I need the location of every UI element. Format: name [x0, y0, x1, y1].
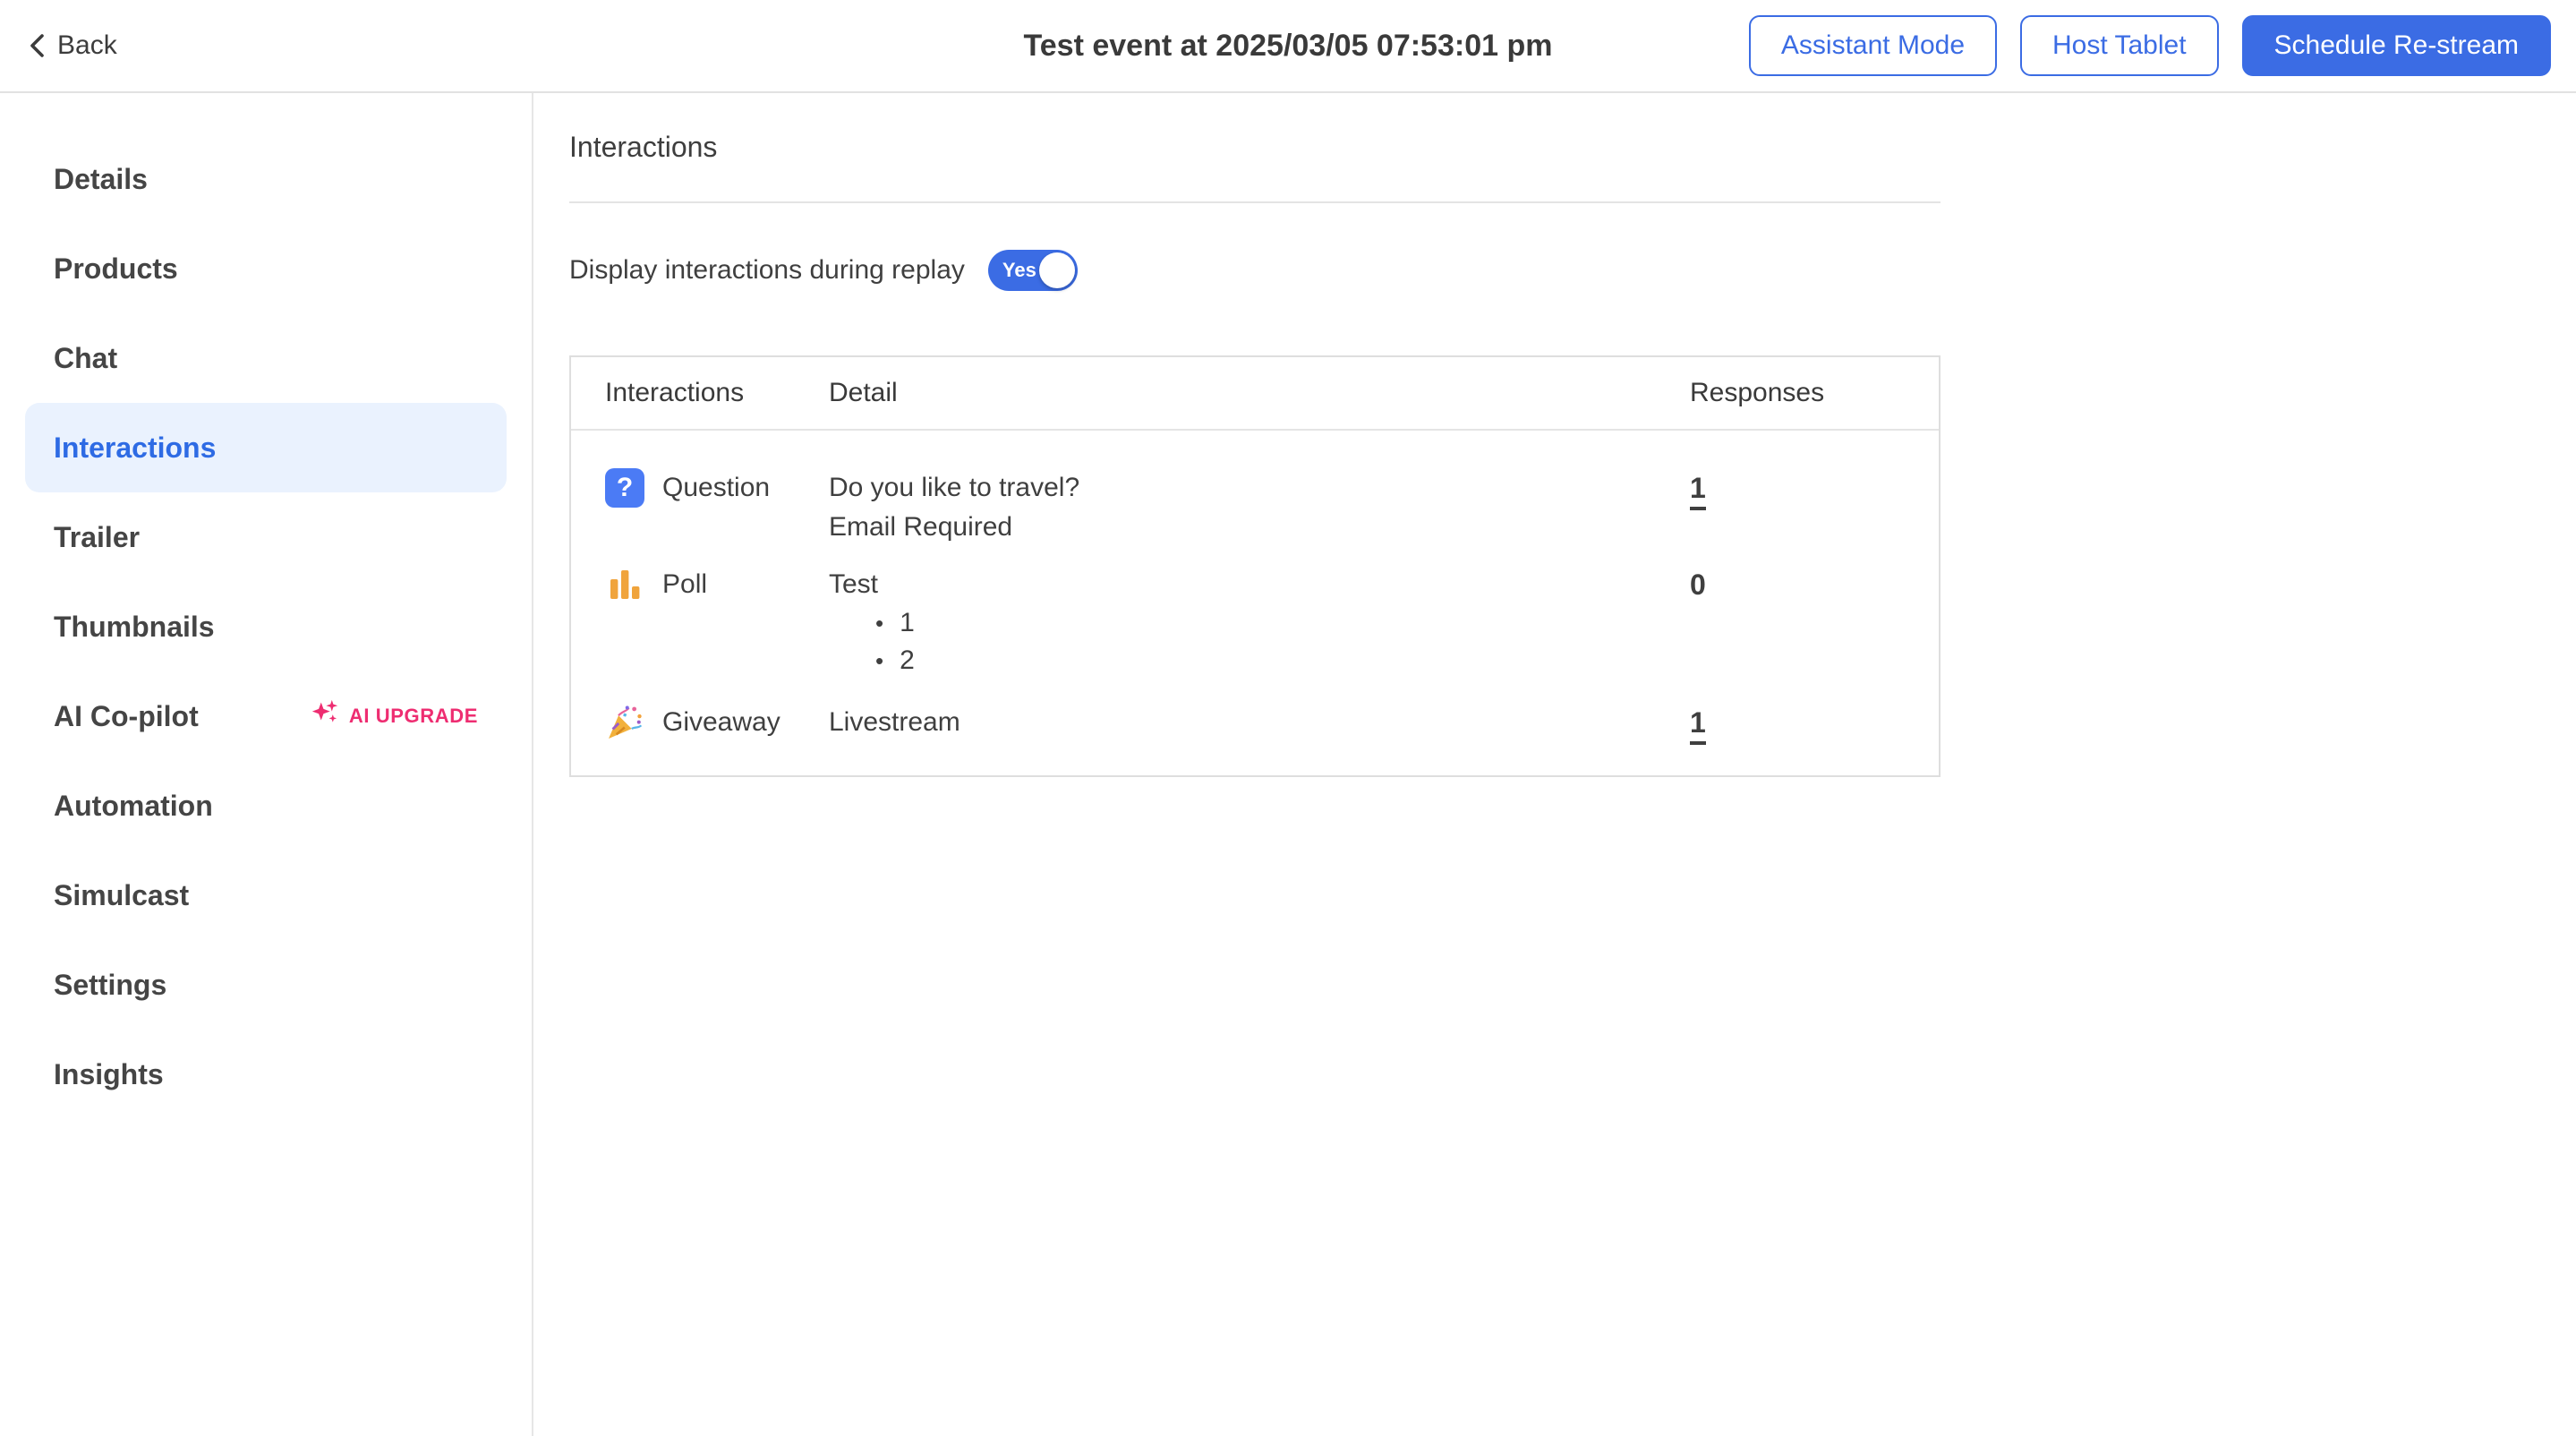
poll-options-list: 1 2 [875, 604, 1690, 680]
poll-option-label: 1 [900, 608, 915, 637]
header-actions: Assistant Mode Host Tablet Schedule Re-s… [1748, 15, 2551, 76]
detail-line: Do you like to travel? [829, 473, 1080, 502]
row-type-label: Giveaway [662, 707, 780, 737]
sidebar-item-details[interactable]: Details [25, 134, 507, 224]
sparkles-icon [310, 697, 340, 735]
toggle-value-label: Yes [1002, 259, 1036, 281]
sidebar-item-automation[interactable]: Automation [25, 761, 507, 850]
poll-option-label: 2 [900, 645, 915, 675]
assistant-mode-button[interactable]: Assistant Mode [1748, 15, 1997, 76]
detail-cell: Do you like to travel? Email Required [829, 468, 1690, 547]
section-title: Interactions [569, 131, 718, 163]
sidebar-item-chat[interactable]: Chat [25, 313, 507, 403]
column-header-interactions: Interactions [605, 378, 745, 407]
sidebar-item-ai-copilot[interactable]: AI Co-pilot AI UPGRADE [25, 671, 507, 761]
type-cell: ? Question [605, 468, 829, 547]
type-cell: Poll [605, 565, 829, 680]
interactions-table: Interactions Detail Responses ? Question [569, 355, 1941, 777]
poll-option: 2 [875, 642, 1690, 680]
sidebar-item-insights[interactable]: Insights [25, 1030, 507, 1119]
chevron-left-icon [29, 33, 45, 58]
detail-line: Email Required [829, 512, 1013, 542]
responses-link[interactable]: 1 [1690, 471, 1706, 510]
table-row-question: ? Question Do you like to travel? Email … [571, 468, 1939, 547]
question-icon: ? [605, 468, 644, 508]
main-content: Interactions Display interactions during… [533, 93, 2576, 1436]
detail-cell: Test 1 2 [829, 565, 1690, 680]
poll-icon [605, 565, 644, 604]
sidebar-item-simulcast[interactable]: Simulcast [25, 850, 507, 940]
column-header-responses: Responses [1690, 378, 1825, 407]
sidebar-item-products[interactable]: Products [25, 224, 507, 313]
type-cell: Giveaway [605, 703, 829, 745]
sidebar-item-thumbnails[interactable]: Thumbnails [25, 582, 507, 671]
detail-cell: Livestream [829, 703, 1690, 745]
page-title: Test event at 2025/03/05 07:53:01 pm [1023, 28, 1553, 63]
responses-link[interactable]: 1 [1690, 705, 1706, 745]
responses-cell: 0 [1690, 565, 1914, 680]
replay-toggle-label: Display interactions during replay [569, 255, 965, 285]
back-button[interactable]: Back [29, 30, 117, 61]
back-label: Back [57, 30, 117, 60]
detail-line: Livestream [829, 707, 960, 737]
table-header-row: Interactions Detail Responses [571, 357, 1939, 431]
page: Back Test event at 2025/03/05 07:53:01 p… [0, 0, 2576, 1436]
ai-upgrade-label: AI UPGRADE [348, 705, 478, 727]
responses-cell: 1 [1690, 703, 1914, 745]
sidebar: Details Products Chat Interactions Trail… [0, 93, 533, 1436]
replay-toggle[interactable]: Yes [987, 250, 1078, 291]
sidebar-item-trailer[interactable]: Trailer [25, 492, 507, 582]
top-header: Back Test event at 2025/03/05 07:53:01 p… [0, 0, 2576, 93]
host-tablet-button[interactable]: Host Tablet [2020, 15, 2219, 76]
table-row-giveaway: Giveaway Livestream 1 [571, 703, 1939, 745]
section-divider [569, 201, 1941, 203]
sidebar-item-settings[interactable]: Settings [25, 940, 507, 1030]
toggle-knob [1038, 252, 1075, 288]
table-body: ? Question Do you like to travel? Email … [571, 431, 1939, 775]
row-type-label: Question [662, 473, 771, 502]
ai-upgrade-badge: AI UPGRADE [310, 697, 478, 735]
responses-value: 0 [1690, 568, 1706, 601]
sidebar-item-label: AI Co-pilot [54, 699, 199, 732]
replay-toggle-row: Display interactions during replay Yes [569, 250, 1941, 291]
poll-option: 1 [875, 604, 1690, 642]
table-row-poll: Poll Test 1 2 0 [571, 565, 1939, 680]
schedule-restream-button[interactable]: Schedule Re-stream [2241, 15, 2551, 76]
row-type-label: Poll [662, 569, 708, 599]
column-header-detail: Detail [829, 378, 898, 407]
giveaway-icon [605, 703, 644, 742]
sidebar-item-interactions[interactable]: Interactions [25, 403, 507, 492]
detail-line: Test [829, 569, 879, 599]
responses-cell: 1 [1690, 468, 1914, 547]
